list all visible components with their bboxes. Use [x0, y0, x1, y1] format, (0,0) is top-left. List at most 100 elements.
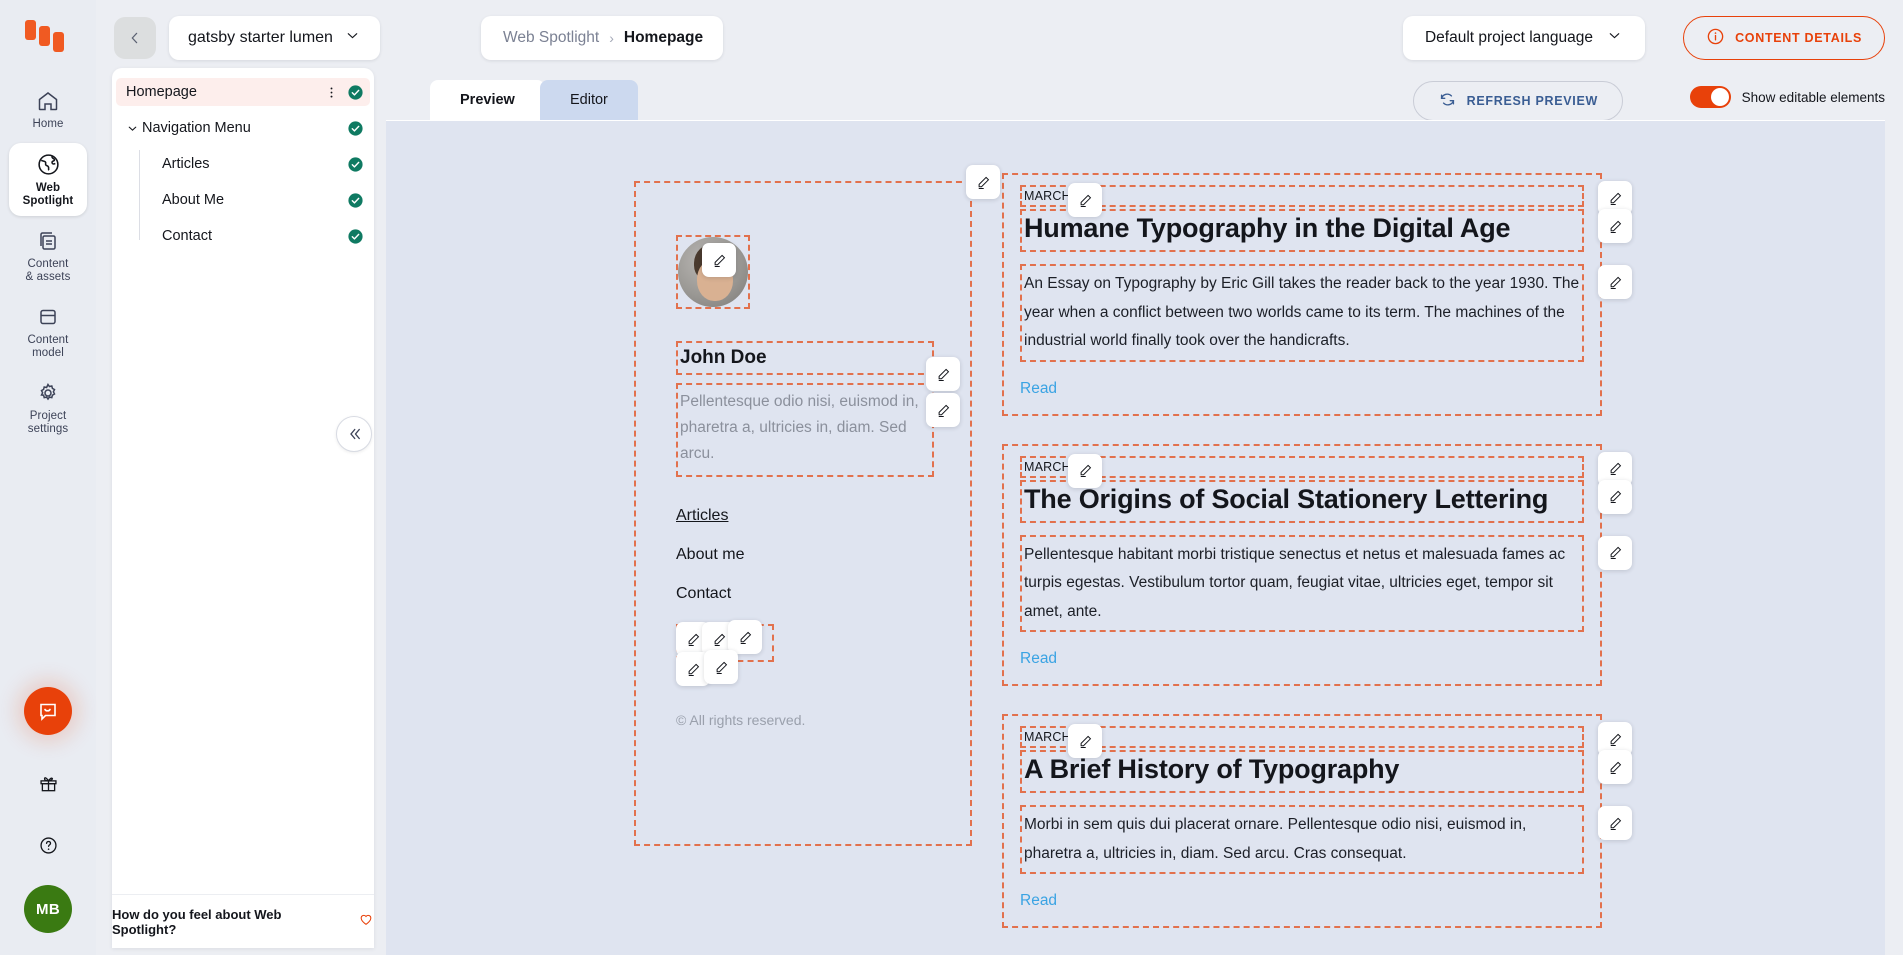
show-editable-elements-toggle[interactable]: [1689, 86, 1731, 108]
content-tree-list: Homepage Navigation Menu Articles About …: [112, 68, 374, 894]
edit-pencil-button[interactable]: [926, 357, 960, 391]
tab-editor[interactable]: Editor: [540, 80, 638, 120]
breadcrumb-separator-icon: ›: [609, 30, 614, 46]
language-selector[interactable]: Default project language: [1402, 16, 1645, 60]
tree-item-label: Articles: [162, 156, 210, 172]
gift-icon[interactable]: [26, 761, 70, 805]
author-bio-block[interactable]: Pellentesque odio nisi, euismod in, phar…: [676, 383, 960, 477]
tree-item-navigation-menu[interactable]: Navigation Menu: [116, 114, 370, 142]
tree-item-label: Contact: [162, 228, 212, 244]
status-badge-published: [340, 120, 370, 137]
edit-pencil-button[interactable]: [728, 620, 762, 654]
edit-pencil-button[interactable]: [966, 165, 1000, 199]
edit-pencil-button[interactable]: [1598, 806, 1632, 840]
article-date-block[interactable]: MARCH: [1020, 724, 1584, 758]
refresh-icon: [1438, 90, 1457, 112]
preview-frame[interactable]: John Doe Pellentesque odio nisi, euismod…: [386, 120, 1885, 955]
feedback-footer[interactable]: How do you feel about Web Spotlight?: [112, 894, 374, 948]
chevron-down-icon[interactable]: [126, 122, 142, 135]
edit-pencil-button[interactable]: [1068, 183, 1102, 217]
breadcrumb-root[interactable]: Web Spotlight: [503, 29, 599, 47]
tree-item-homepage[interactable]: Homepage: [116, 78, 370, 106]
sidebar-item-label-home: Home: [32, 118, 64, 130]
project-name: gatsby starter lumen: [188, 29, 333, 46]
documents-icon: [36, 229, 60, 253]
preview-pane: Preview Editor REFRESH PREVIEW Show edit…: [386, 68, 1885, 955]
preview-toolbar: Preview Editor REFRESH PREVIEW Show edit…: [386, 68, 1885, 121]
edit-pencil-button[interactable]: [1068, 724, 1102, 758]
edit-pencil-button[interactable]: [1598, 750, 1632, 784]
gear-icon: [36, 381, 60, 405]
edit-pencil-button[interactable]: [1598, 209, 1632, 243]
author-name-block[interactable]: John Doe: [676, 341, 960, 391]
author-avatar-block[interactable]: [676, 235, 750, 309]
tree-item-about-me[interactable]: About Me: [116, 186, 370, 214]
article-body-block[interactable]: Pellentesque habitant morbi tristique se…: [1020, 534, 1584, 632]
sidebar-item-project-settings[interactable]: Project settings: [9, 372, 87, 444]
article-read-link[interactable]: Read: [1020, 380, 1057, 398]
tab-preview[interactable]: Preview: [430, 80, 545, 120]
kontent-logo[interactable]: [25, 18, 71, 56]
article-body: Morbi in sem quis dui placerat ornare. P…: [1024, 816, 1527, 862]
globe-icon: [36, 152, 61, 177]
edit-pencil-button[interactable]: [1598, 479, 1632, 514]
sidebar-item-web-spotlight[interactable]: Web Spotlight: [9, 143, 87, 216]
article-title-block[interactable]: The Origins of Social Stationery Letteri…: [1020, 479, 1584, 523]
top-bar: gatsby starter lumen Web Spotlight › Hom…: [96, 0, 1903, 60]
sidebar-item-content-model[interactable]: Content model: [9, 296, 87, 368]
edit-pencil-button[interactable]: [1598, 535, 1632, 570]
heart-icon[interactable]: [358, 911, 374, 932]
edit-pencil-button[interactable]: [702, 243, 736, 277]
breadcrumb: Web Spotlight › Homepage: [481, 16, 724, 60]
content-details-label: CONTENT DETAILS: [1735, 31, 1862, 45]
article-body-block[interactable]: Morbi in sem quis dui placerat ornare. P…: [1020, 805, 1584, 874]
article-date: MARCH: [1024, 459, 1071, 474]
author-name: John Doe: [680, 347, 767, 368]
chevron-down-icon: [1606, 27, 1623, 49]
site-copyright: © All rights reserved.: [676, 712, 806, 728]
tree-item-label: About Me: [162, 192, 225, 208]
status-badge-published: [340, 84, 370, 101]
status-badge-published: [340, 192, 370, 209]
language-selector-value: Default project language: [1424, 29, 1593, 46]
chat-support-button[interactable]: [24, 687, 72, 735]
article-date-block[interactable]: MARCH: [1020, 183, 1584, 217]
back-button[interactable]: [114, 17, 156, 59]
site-nav-link-articles[interactable]: Articles: [676, 507, 930, 525]
article-body-block[interactable]: An Essay on Typography by Eric Gill take…: [1020, 264, 1584, 362]
content-details-button[interactable]: CONTENT DETAILS: [1683, 16, 1885, 60]
edit-pencil-button[interactable]: [1598, 265, 1632, 299]
tree-item-articles[interactable]: Articles: [116, 150, 370, 178]
tree-item-contact[interactable]: Contact: [116, 222, 370, 250]
collapse-tree-button[interactable]: [336, 416, 372, 452]
show-editable-elements-control: Show editable elements: [1689, 86, 1885, 108]
tree-children-navigation-menu: Articles About Me Contact: [112, 150, 374, 250]
project-selector[interactable]: gatsby starter lumen: [169, 16, 380, 60]
article-title-block[interactable]: Humane Typography in the Digital Age: [1020, 209, 1584, 252]
content-tree-panel: Homepage Navigation Menu Articles About …: [112, 68, 374, 948]
edit-pencil-button[interactable]: [704, 650, 738, 684]
sidebar-item-content-assets[interactable]: Content & assets: [9, 220, 87, 292]
article-read-link[interactable]: Read: [1020, 650, 1057, 668]
article-card[interactable]: MARCH Humane Typography in the Digital A…: [1002, 173, 1632, 416]
social-links-block[interactable]: [676, 620, 774, 686]
article-card[interactable]: MARCH A Brief History of Typography Morb…: [1002, 714, 1632, 928]
site-nav-link-about-me[interactable]: About me: [676, 546, 930, 564]
home-icon: [36, 89, 60, 113]
article-card[interactable]: MARCH The Origins of Social Stationery L…: [1002, 443, 1632, 686]
article-read-link[interactable]: Read: [1020, 892, 1057, 910]
sidebar-item-home[interactable]: Home: [9, 80, 87, 139]
more-options-icon[interactable]: [322, 85, 340, 100]
edit-pencil-button[interactable]: [926, 393, 960, 427]
help-icon[interactable]: [26, 823, 70, 867]
avatar[interactable]: MB: [24, 885, 72, 933]
tree-item-label: Homepage: [126, 84, 197, 100]
refresh-preview-button[interactable]: REFRESH PREVIEW: [1412, 81, 1623, 121]
site-nav-link-contact[interactable]: Contact: [676, 585, 930, 603]
article-title-block[interactable]: A Brief History of Typography: [1020, 750, 1584, 793]
article-body: An Essay on Typography by Eric Gill take…: [1024, 275, 1580, 349]
app-rail: Home Web Spotlight Content & assets Conten…: [0, 0, 96, 955]
article-date-block[interactable]: MARCH: [1020, 453, 1584, 488]
edit-pencil-button[interactable]: [1068, 453, 1102, 488]
site-author-sidebar: John Doe Pellentesque odio nisi, euismod…: [634, 165, 1000, 846]
